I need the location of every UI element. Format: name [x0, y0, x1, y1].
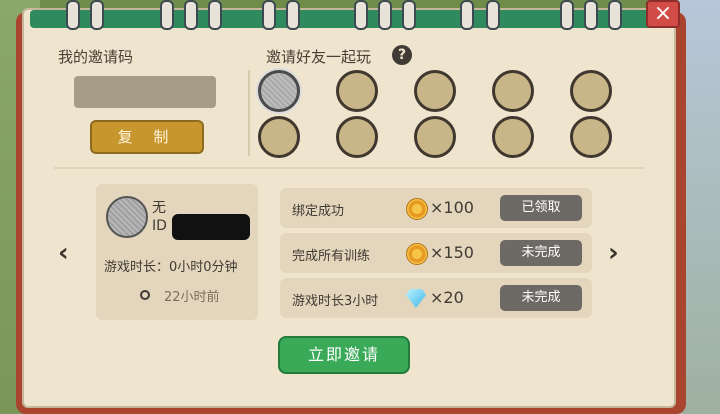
- invite-code-title: 我的邀请码: [58, 48, 134, 66]
- binder-ring: [262, 0, 276, 30]
- invite-now-button[interactable]: 立即邀请: [278, 336, 410, 374]
- binder-ring: [90, 0, 104, 30]
- reward-status-button[interactable]: 已领取: [500, 195, 582, 221]
- reward-row: 游戏时长3小时 ×20 未完成: [280, 278, 592, 318]
- reward-status-button[interactable]: 未完成: [500, 240, 582, 266]
- reward-label: 完成所有训练: [292, 249, 371, 264]
- friend-slot[interactable]: [414, 70, 456, 112]
- binder-ring: [460, 0, 474, 30]
- binder-ring: [354, 0, 368, 30]
- invite-code-box: [74, 76, 216, 108]
- next-arrow-icon[interactable]: ›: [608, 238, 619, 268]
- binder-ring: [66, 0, 80, 30]
- friend-slot[interactable]: [570, 116, 612, 158]
- friend-slot[interactable]: [414, 116, 456, 158]
- binder-ring: [378, 0, 392, 30]
- reward-status-button[interactable]: 未完成: [500, 285, 582, 311]
- friend-slot[interactable]: [570, 70, 612, 112]
- reward-amount: ×20: [430, 288, 464, 307]
- clock-icon: [140, 290, 150, 300]
- friend-name: 无: [152, 200, 166, 216]
- avatar: [106, 196, 148, 238]
- friend-slot[interactable]: [492, 116, 534, 158]
- binder-ring: [584, 0, 598, 30]
- reward-amount: ×100: [430, 198, 474, 217]
- reward-label: 绑定成功: [292, 204, 345, 219]
- help-icon[interactable]: ?: [392, 45, 412, 65]
- close-icon: ×: [653, 1, 673, 26]
- binder-ring: [160, 0, 174, 30]
- binder-ring: [184, 0, 198, 30]
- coin-icon: [406, 198, 428, 220]
- binder-ring: [208, 0, 222, 30]
- section-divider: [54, 167, 644, 169]
- binder-ring: [560, 0, 574, 30]
- diamond-icon: [406, 289, 426, 308]
- binder-ring: [608, 0, 622, 30]
- friend-slot[interactable]: [258, 116, 300, 158]
- binder-ring: [402, 0, 416, 30]
- binder-ring: [486, 0, 500, 30]
- friend-slot[interactable]: [492, 70, 534, 112]
- prev-arrow-icon[interactable]: ‹: [58, 238, 69, 268]
- friend-id-label: ID: [152, 218, 167, 234]
- reward-amount: ×150: [430, 243, 474, 262]
- friend-playtime: 游戏时长：0小时0分钟: [104, 260, 238, 275]
- friend-slot[interactable]: [258, 70, 300, 112]
- divider: [248, 70, 250, 156]
- reward-row: 完成所有训练 ×150 未完成: [280, 233, 592, 273]
- invite-friends-title: 邀请好友一起玩: [266, 48, 372, 66]
- close-button[interactable]: ×: [646, 0, 680, 28]
- friend-last-seen: 22小时前: [164, 290, 220, 305]
- reward-label: 游戏时长3小时: [292, 294, 379, 309]
- friend-id-redacted: [172, 214, 250, 240]
- reward-row: 绑定成功 ×100 已领取: [280, 188, 592, 228]
- binder-ring: [286, 0, 300, 30]
- coin-icon: [406, 243, 428, 265]
- friend-slot[interactable]: [336, 70, 378, 112]
- copy-button[interactable]: 复 制: [90, 120, 204, 154]
- friend-slot[interactable]: [336, 116, 378, 158]
